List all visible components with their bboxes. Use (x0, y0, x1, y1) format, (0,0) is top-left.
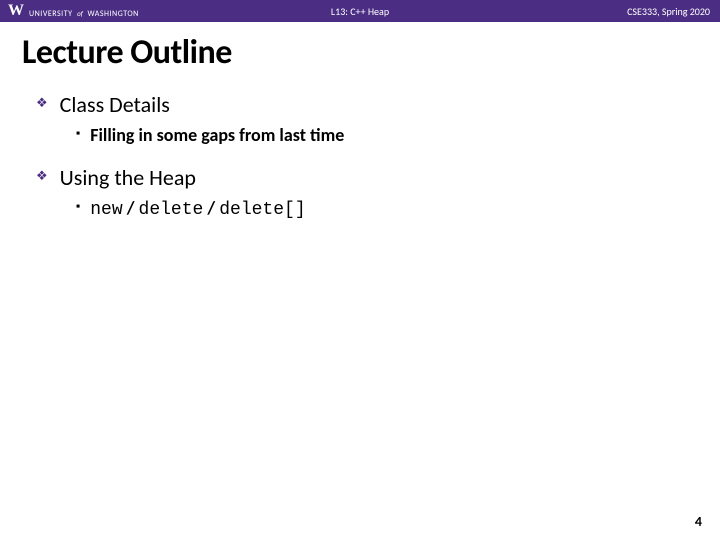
list-subitem: ▪ Filling in some gaps from last time (76, 124, 698, 146)
square-bullet-icon: ▪ (76, 201, 80, 213)
item-label: Using the Heap (60, 164, 196, 191)
uw-brand: W UNIVERSITY of WASHINGTON (8, 2, 139, 21)
brand-word-2: WASHINGTON (87, 9, 138, 19)
uw-text: UNIVERSITY of WASHINGTON (29, 2, 139, 21)
code-token: new (90, 200, 122, 220)
slide-header: W UNIVERSITY of WASHINGTON L13: C++ Heap… (0, 0, 720, 22)
slide-content: Lecture Outline ❖ Class Details ▪ Fillin… (0, 22, 720, 220)
brand-word-1: UNIVERSITY (29, 9, 72, 19)
lecture-label: L13: C++ Heap (331, 5, 389, 18)
brand-of: of (76, 9, 84, 18)
sep: / (203, 197, 219, 219)
list-item: ❖ Class Details (36, 91, 698, 118)
diamond-bullet-icon: ❖ (36, 97, 48, 110)
page-number: 4 (695, 513, 702, 530)
subitem-label: Filling in some gaps from last time (90, 124, 344, 146)
code-token: delete (139, 200, 204, 220)
course-label: CSE333, Spring 2020 (627, 5, 710, 18)
page-title: Lecture Outline (22, 32, 698, 73)
list-subitem: ▪ new / delete / delete[] (76, 197, 698, 220)
sep: / (123, 197, 139, 219)
w-logo-icon: W (8, 3, 23, 19)
square-bullet-icon: ▪ (76, 128, 80, 140)
item-label: Class Details (60, 91, 170, 118)
diamond-bullet-icon: ❖ (36, 170, 48, 183)
list-item: ❖ Using the Heap (36, 164, 698, 191)
code-token: delete[] (219, 200, 305, 220)
subitem-label: new / delete / delete[] (90, 197, 305, 220)
